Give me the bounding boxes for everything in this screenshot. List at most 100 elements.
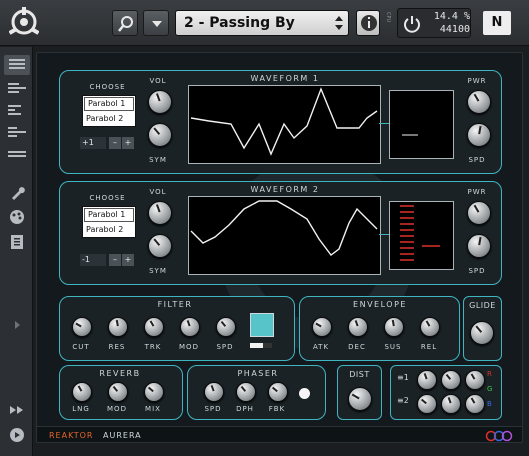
- waveform-1-display: [188, 85, 381, 164]
- list-item[interactable]: Parabol 2: [83, 223, 135, 237]
- waveform-1-choose-list[interactable]: Parabol 1 Parabol 2: [82, 95, 136, 127]
- lng-knob[interactable]: [72, 382, 92, 402]
- waveform-1-panel: WAVEFORM 1 CHOOSE Parabol 1 Parabol 2 +1…: [59, 70, 502, 174]
- sym-knob[interactable]: [148, 234, 172, 258]
- preset-name: 2 - Passing By: [184, 15, 295, 31]
- sus-knob[interactable]: [384, 317, 404, 337]
- spd-label: SPD: [204, 405, 222, 413]
- top-toolbar: 2 - Passing By CPU 14.4 % 44100 N: [0, 0, 529, 46]
- pwr-knob[interactable]: [467, 90, 491, 114]
- dist-panel: DIST: [337, 365, 382, 420]
- preset-menu-button[interactable]: [143, 10, 169, 36]
- sym-label: SYM: [149, 156, 167, 164]
- cut-knob[interactable]: [72, 317, 92, 337]
- increment-button[interactable]: +: [122, 254, 134, 266]
- mod-knob[interactable]: [108, 382, 128, 402]
- r1-knob[interactable]: [417, 370, 437, 390]
- trk-label: TRK: [144, 343, 162, 351]
- stepper-value: +1: [80, 137, 106, 149]
- info-button[interactable]: [356, 10, 380, 36]
- mod-knob[interactable]: [180, 317, 200, 337]
- browser-icon[interactable]: [4, 55, 30, 75]
- waveform-2-stepper[interactable]: -1 – +: [80, 254, 134, 266]
- res-knob[interactable]: [108, 317, 128, 337]
- sym-knob[interactable]: [148, 123, 172, 147]
- wrench-icon[interactable]: [8, 185, 26, 201]
- fbk-knob[interactable]: [268, 382, 288, 402]
- r2-knob[interactable]: [417, 394, 437, 414]
- fast-forward-icon[interactable]: [8, 402, 26, 418]
- mix-knob[interactable]: [144, 382, 164, 402]
- envelope-panel: ENVELOPE ATK DEC SUS REL: [299, 296, 460, 361]
- pwr-knob[interactable]: [467, 201, 491, 225]
- dec-knob[interactable]: [348, 317, 368, 337]
- dist-knob[interactable]: [348, 387, 372, 411]
- list-item[interactable]: Parabol 1: [84, 97, 134, 111]
- decrement-button[interactable]: –: [109, 254, 121, 266]
- app-logo-icon[interactable]: [8, 7, 40, 37]
- expand-icon[interactable]: [8, 317, 26, 333]
- stepper-value: -1: [80, 254, 106, 266]
- waveform-2-display: [188, 196, 381, 275]
- increment-button[interactable]: +: [122, 137, 134, 149]
- power-icon: [404, 16, 420, 33]
- mixer-icon[interactable]: [8, 103, 26, 119]
- g2-knob[interactable]: [441, 394, 461, 414]
- choose-label: CHOOSE: [89, 194, 126, 202]
- g-label: G: [487, 385, 493, 393]
- sidebar: [0, 47, 33, 456]
- glide-knob[interactable]: [470, 321, 494, 345]
- decrement-button[interactable]: –: [109, 137, 121, 149]
- waveform-2-choose-list[interactable]: Parabol 1 Parabol 2: [82, 206, 136, 238]
- filter-slider[interactable]: [250, 343, 272, 348]
- rel-label: REL: [420, 343, 438, 351]
- glide-panel: GLIDE: [463, 296, 502, 361]
- phaser-toggle[interactable]: [299, 388, 310, 399]
- glide-title: GLIDE: [469, 301, 496, 310]
- list-item[interactable]: Parabol 1: [84, 208, 134, 222]
- g1-knob[interactable]: [441, 370, 461, 390]
- instrument-panel: WAVEFORM 1 CHOOSE Parabol 1 Parabol 2 +1…: [36, 52, 523, 443]
- sus-label: SUS: [384, 343, 402, 351]
- dist-title: DIST: [349, 370, 370, 379]
- trk-knob[interactable]: [144, 317, 164, 337]
- atk-label: ATK: [312, 343, 330, 351]
- search-button[interactable]: [112, 10, 138, 36]
- list-icon[interactable]: [8, 149, 26, 165]
- palette-icon[interactable]: [8, 209, 26, 225]
- spd-knob[interactable]: [204, 382, 224, 402]
- phaser-title: PHASER: [237, 369, 279, 378]
- waveform-1-stepper[interactable]: +1 – +: [80, 137, 134, 149]
- vol-knob[interactable]: [148, 90, 172, 114]
- filter-panel: FILTER CUT RES TRK MOD SPD: [59, 296, 295, 361]
- spd-knob[interactable]: [216, 317, 236, 337]
- vol-knob[interactable]: [148, 201, 172, 225]
- waveform-2-title: WAVEFORM 2: [250, 185, 320, 194]
- fbk-label: FBK: [268, 405, 286, 413]
- spd-knob[interactable]: [467, 234, 491, 258]
- dph-knob[interactable]: [236, 382, 256, 402]
- waveform-1-mini-display: [389, 90, 454, 159]
- waveform-1-title: WAVEFORM 1: [250, 74, 320, 83]
- power-meter[interactable]: 14.4 % 44100: [397, 8, 471, 38]
- clipboard-icon[interactable]: [8, 233, 26, 249]
- res-label: RES: [108, 343, 126, 351]
- spd-label: SPD: [468, 267, 486, 275]
- spd-knob[interactable]: [467, 123, 491, 147]
- b1-knob[interactable]: [465, 370, 485, 390]
- up-down-arrows-icon: [335, 16, 343, 30]
- preset-selector[interactable]: 2 - Passing By: [175, 10, 349, 36]
- atk-knob[interactable]: [312, 317, 332, 337]
- list-item[interactable]: Parabol 2: [83, 112, 135, 126]
- info-icon: [361, 15, 377, 31]
- b2-knob[interactable]: [465, 394, 485, 414]
- product-label: AURERA: [103, 431, 142, 440]
- routing-icon[interactable]: [8, 81, 26, 97]
- footer: REAKTOR AURERA: [37, 426, 522, 442]
- play-icon[interactable]: [8, 427, 26, 443]
- modules-icon[interactable]: [8, 125, 26, 141]
- rgb-panel: ≡1 ≡2 R G B: [390, 365, 502, 420]
- rel-knob[interactable]: [420, 317, 440, 337]
- filter-type-button[interactable]: [250, 313, 274, 337]
- waveform-2-mini-display: [389, 201, 454, 270]
